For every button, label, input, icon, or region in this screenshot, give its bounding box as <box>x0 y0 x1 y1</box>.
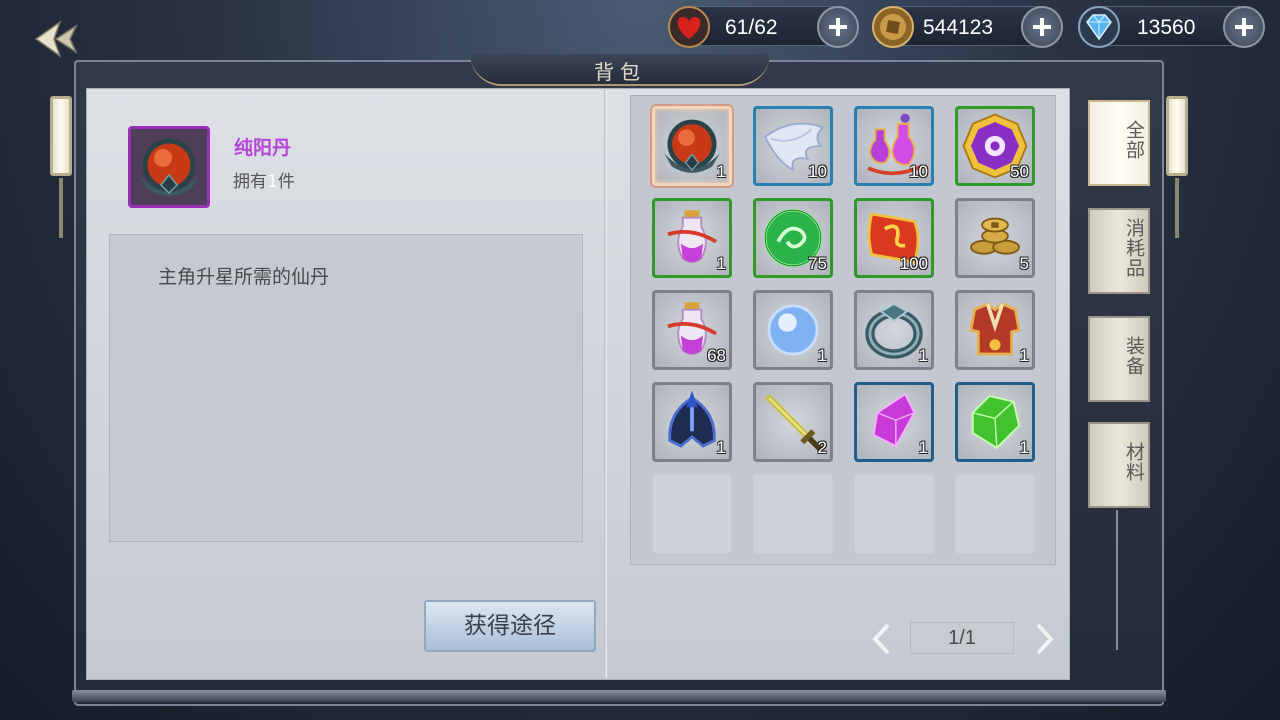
inventory-slot[interactable]: 1 <box>854 382 934 462</box>
inventory-slot[interactable]: 1 <box>652 106 732 186</box>
owned-suffix: 件 <box>277 172 295 192</box>
coin-icon <box>872 6 914 48</box>
empty-slot <box>854 474 934 554</box>
right-lantern-tassel <box>1175 178 1179 238</box>
inventory-slot[interactable]: 1 <box>753 290 833 370</box>
inventory-slot[interactable]: 68 <box>652 290 732 370</box>
item-count: 1 <box>918 438 928 457</box>
page-indicator: 1/1 <box>910 622 1014 654</box>
empty-slot <box>955 474 1035 554</box>
add-coins-button[interactable] <box>1021 6 1063 48</box>
prev-page-button[interactable] <box>870 622 894 656</box>
coins-value: 544123 <box>923 16 994 39</box>
item-count: 2 <box>817 438 827 457</box>
diamonds-value: 13560 <box>1137 16 1196 39</box>
item-count: 10 <box>808 162 827 181</box>
chevron-left-icon <box>872 623 890 655</box>
tab-all-label: 全部 <box>1123 120 1145 160</box>
item-name: 纯阳丹 <box>234 137 292 159</box>
right-lantern-decoration <box>1166 96 1188 176</box>
next-page-button[interactable] <box>1032 622 1056 656</box>
item-count: 1 <box>716 162 726 181</box>
coins-counter: 544123 <box>872 6 1063 48</box>
item-count: 50 <box>1010 162 1029 181</box>
item-count: 1 <box>1019 346 1029 365</box>
inventory-slot[interactable]: 5 <box>955 198 1035 278</box>
inventory-slot[interactable]: 75 <box>753 198 833 278</box>
empty-slot <box>652 474 732 554</box>
page-title: 背包 <box>594 60 646 84</box>
inventory-slot[interactable]: 1 <box>652 198 732 278</box>
owned-prefix: 拥有 <box>233 172 267 192</box>
owned-number: 1 <box>267 172 278 192</box>
add-stamina-button[interactable] <box>817 6 859 48</box>
item-count: 5 <box>1019 254 1029 273</box>
tab-equipment-label: 装备 <box>1123 336 1145 376</box>
add-diamonds-button[interactable] <box>1223 6 1265 48</box>
inventory-slot[interactable]: 10 <box>854 106 934 186</box>
selected-item-icon <box>128 126 210 208</box>
chevron-right-icon <box>1036 623 1054 655</box>
item-count: 68 <box>707 346 726 365</box>
tab-materials[interactable]: 材料 <box>1088 422 1150 508</box>
tab-equipment[interactable]: 装备 <box>1088 316 1150 402</box>
inventory-slot[interactable]: 2 <box>753 382 833 462</box>
inventory-slot[interactable]: 10 <box>753 106 833 186</box>
item-count: 1 <box>716 254 726 273</box>
inventory-slot[interactable]: 50 <box>955 106 1035 186</box>
left-lantern-tassel <box>59 178 63 238</box>
item-description: 主角升星所需的仙丹 <box>158 266 330 288</box>
item-count: 1 <box>716 438 726 457</box>
item-count: 75 <box>808 254 827 273</box>
left-lantern-decoration <box>50 96 72 176</box>
diamonds-counter: 13560 <box>1078 6 1265 48</box>
item-count: 1 <box>918 346 928 365</box>
item-count: 100 <box>899 254 928 273</box>
item-count: 1 <box>1019 438 1029 457</box>
stamina-counter: 61/62 <box>668 6 859 48</box>
obtain-source-button[interactable]: 获得途径 <box>424 600 596 652</box>
inventory-slot[interactable]: 1 <box>854 290 934 370</box>
item-count: 1 <box>817 346 827 365</box>
inventory-slot[interactable]: 1 <box>652 382 732 462</box>
panel-divider <box>604 90 607 678</box>
inventory-slot[interactable]: 100 <box>854 198 934 278</box>
inventory-slot[interactable]: 1 <box>955 382 1035 462</box>
owned-count: 拥有1件 <box>233 167 295 192</box>
frame-bottom-rail <box>72 690 1166 702</box>
inventory-slot[interactable]: 1 <box>955 290 1035 370</box>
empty-slot <box>753 474 833 554</box>
heart-icon <box>668 6 710 48</box>
item-count: 10 <box>909 162 928 181</box>
tab-consumables[interactable]: 消耗品 <box>1088 208 1150 294</box>
tab-materials-label: 材料 <box>1123 442 1145 482</box>
tab-all[interactable]: 全部 <box>1088 100 1150 186</box>
tab-consumables-label: 消耗品 <box>1123 218 1145 278</box>
stamina-value: 61/62 <box>725 16 778 39</box>
tab-rope-decoration <box>1116 510 1118 650</box>
red-orb-pill-icon <box>139 138 199 196</box>
diamond-icon <box>1078 6 1120 48</box>
